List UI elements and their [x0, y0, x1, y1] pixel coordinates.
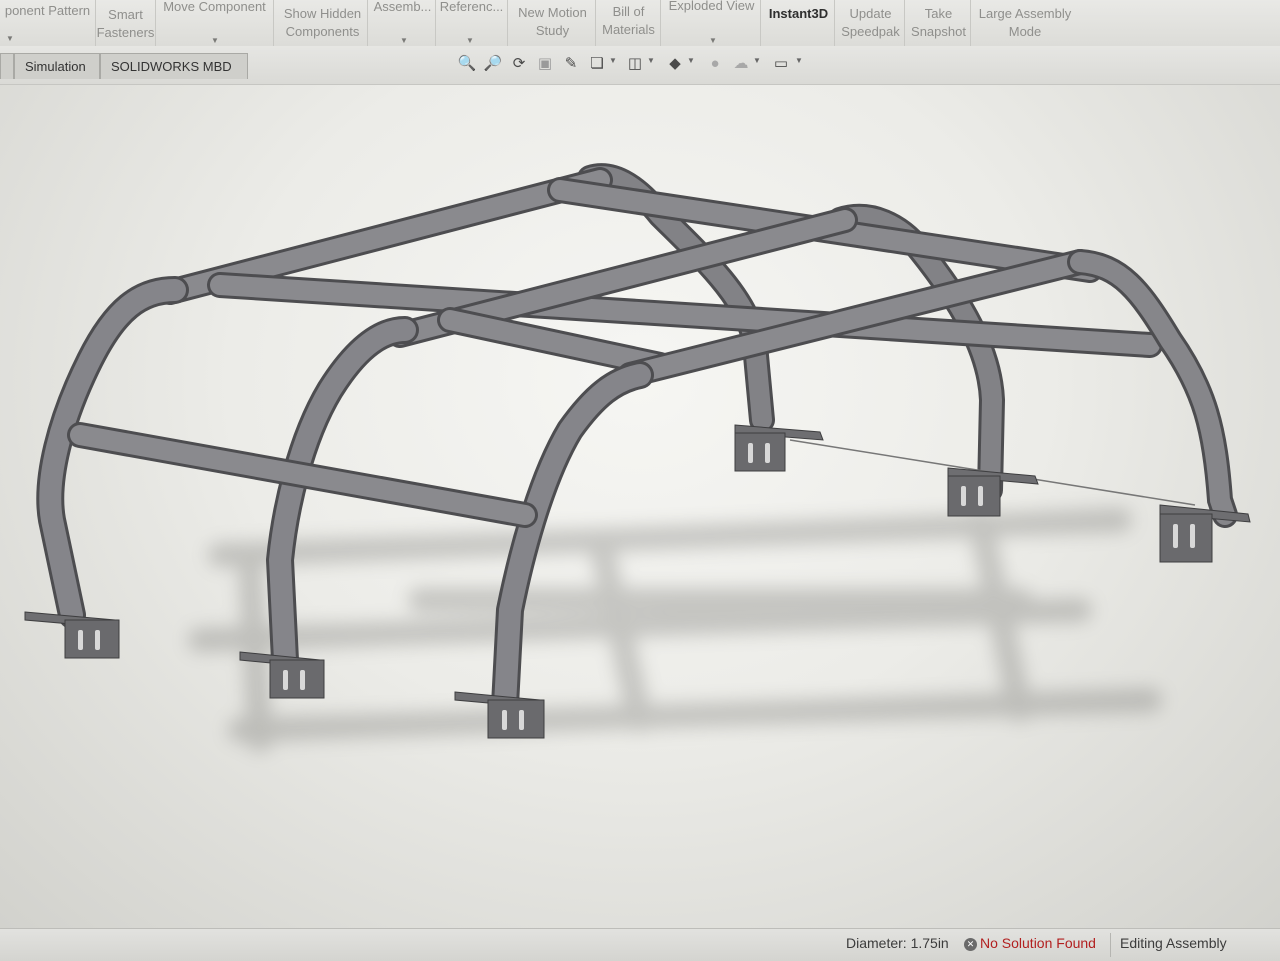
smart-fasteners-label-1: Smart — [108, 7, 143, 22]
zoom-to-area-icon[interactable]: 🔎 — [483, 54, 503, 74]
bill-of-materials-button[interactable]: Bill of Materials — [597, 0, 661, 46]
display-style-icon[interactable]: ◫ — [625, 54, 645, 74]
large-assembly-mode-label-2: Mode — [1008, 24, 1042, 39]
exploded-view-button[interactable]: Exploded View ▼ — [663, 0, 761, 46]
component-pattern-label: ponent Pattern — [4, 3, 91, 18]
command-manager-ribbon: ponent Pattern ▼ Smart Fasteners Move Co… — [0, 0, 1280, 47]
assembly-features-button[interactable]: Assemb... ▼ — [370, 0, 436, 46]
chevron-down-icon[interactable]: ▼ — [466, 32, 474, 46]
previous-view-icon[interactable]: ⟳ — [509, 54, 529, 74]
mount-plate-rear-right — [1159, 504, 1251, 563]
top-rails — [157, 167, 1163, 388]
new-motion-study-label-1: New Motion — [518, 5, 587, 20]
status-divider — [1110, 933, 1111, 957]
view-orientation-icon[interactable]: ❏ — [587, 54, 607, 74]
bill-of-materials-label-2: Materials — [602, 22, 655, 37]
dynamic-annotation-icon[interactable]: ✎ — [561, 54, 581, 74]
chevron-down-icon[interactable]: ▼ — [795, 56, 803, 65]
update-speedpak-button[interactable]: Update Speedpak — [837, 0, 905, 46]
move-component-label: Move Component — [163, 0, 266, 14]
graphics-area[interactable] — [0, 85, 1280, 928]
chevron-down-icon[interactable]: ▼ — [6, 30, 14, 46]
chevron-down-icon[interactable]: ▼ — [753, 56, 761, 65]
mount-plate-front-left — [24, 611, 120, 659]
exploded-view-label: Exploded View — [668, 0, 755, 13]
hide-show-items-icon[interactable]: ◆ — [665, 54, 685, 74]
bill-of-materials-label-1: Bill of — [612, 4, 645, 19]
status-solution-text: No Solution Found — [980, 935, 1096, 951]
chevron-down-icon[interactable]: ▼ — [709, 32, 717, 46]
tab-simulation[interactable]: Simulation — [14, 53, 100, 79]
show-hidden-label-2: Components — [285, 24, 360, 39]
edit-appearance-icon[interactable]: ● — [705, 54, 725, 74]
right-hoop — [1067, 249, 1238, 528]
component-pattern-button[interactable]: ponent Pattern ▼ — [0, 0, 96, 46]
chevron-down-icon[interactable]: ▼ — [400, 32, 408, 46]
new-motion-study-button[interactable]: New Motion Study — [510, 0, 596, 46]
status-mode: Editing Assembly — [1120, 935, 1227, 951]
mount-plate-rear-left — [734, 424, 824, 472]
show-hidden-label-1: Show Hidden — [283, 6, 362, 21]
instant3d-button[interactable]: Instant3D — [763, 0, 835, 46]
chevron-down-icon[interactable]: ▼ — [609, 56, 617, 65]
take-snapshot-label-2: Snapshot — [911, 24, 966, 39]
chevron-down-icon[interactable]: ▼ — [687, 56, 695, 65]
large-assembly-mode-button[interactable]: Large Assembly Mode — [973, 0, 1077, 46]
instant3d-label: Instant3D — [768, 6, 829, 21]
tab-solidworks-mbd[interactable]: SOLIDWORKS MBD — [100, 53, 248, 79]
reference-geometry-button[interactable]: Referenc... ▼ — [436, 0, 508, 46]
roll-cage-model[interactable] — [0, 85, 1280, 928]
tab-previous[interactable] — [0, 53, 14, 79]
reference-geometry-label: Referenc... — [439, 0, 504, 14]
smart-fasteners-label-2: Fasteners — [96, 25, 155, 40]
status-bar: Diameter: 1.75in ✕ No Solution Found Edit… — [0, 928, 1280, 961]
show-hidden-components-button[interactable]: Show Hidden Components — [278, 0, 368, 46]
smart-fasteners-button[interactable]: Smart Fasteners — [96, 0, 156, 46]
model-shadow — [188, 508, 1162, 752]
apply-scene-icon[interactable]: ☁ — [731, 54, 751, 74]
view-settings-icon[interactable]: ▭ — [771, 54, 791, 74]
new-motion-study-label-2: Study — [535, 23, 570, 38]
update-speedpak-label-2: Speedpak — [841, 24, 900, 39]
assembly-features-label: Assemb... — [373, 0, 432, 14]
take-snapshot-label-1: Take — [924, 6, 953, 21]
status-solution[interactable]: ✕ No Solution Found — [964, 935, 1096, 951]
move-component-button[interactable]: Move Component ▼ — [156, 0, 274, 46]
zoom-to-fit-icon[interactable]: 🔍 — [457, 54, 477, 74]
chevron-down-icon[interactable]: ▼ — [211, 32, 219, 46]
update-speedpak-label-1: Update — [849, 6, 892, 21]
chevron-down-icon[interactable]: ▼ — [647, 56, 655, 65]
error-icon: ✕ — [964, 938, 977, 951]
large-assembly-mode-label-1: Large Assembly — [978, 6, 1072, 21]
status-diameter: Diameter: 1.75in — [846, 935, 949, 951]
mount-plate-rear-mid — [947, 467, 1039, 517]
take-snapshot-button[interactable]: Take Snapshot — [907, 0, 971, 46]
section-view-icon[interactable]: ▣ — [535, 54, 555, 74]
